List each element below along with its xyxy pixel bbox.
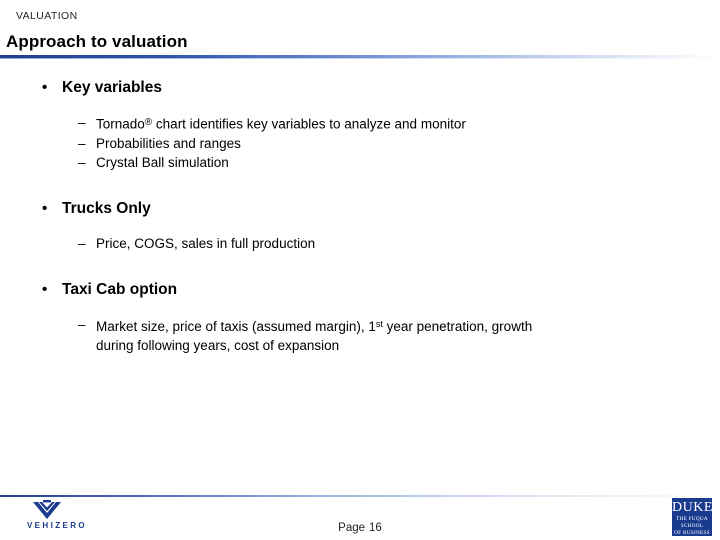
- vehizero-v-mark-icon: [32, 500, 62, 520]
- bullet-heading-text: Key variables: [62, 79, 162, 96]
- dash-glyph: –: [78, 316, 86, 332]
- bullet-glyph: •: [42, 79, 48, 96]
- slide-content: • Key variables – Tornado® chart identif…: [0, 78, 720, 355]
- sub-bullet-crystal-ball: – Crystal Ball simulation: [0, 153, 720, 172]
- ordinal-suffix: st: [375, 318, 383, 329]
- bullet-heading-taxi-cab-option: • Taxi Cab option: [0, 280, 720, 300]
- footer-divider: [0, 495, 720, 497]
- bullet-glyph: •: [42, 280, 48, 298]
- duke-fuqua-logo: DUKE THE FUQUA SCHOOL OF BUSINESS: [672, 498, 712, 536]
- fuqua-line-3: OF BUSINESS: [674, 530, 710, 537]
- bullet-heading-text: Trucks Only: [62, 199, 151, 217]
- dash-glyph: –: [78, 235, 86, 251]
- sub-bullet-text-part1: Market size, price of taxis (assumed mar…: [96, 318, 376, 334]
- sub-bullet-text: Probabilities and ranges: [96, 135, 241, 151]
- page-value: 16: [369, 522, 382, 534]
- bullet-heading-key-variables: • Key variables: [0, 78, 720, 98]
- sub-bullet-probabilities: – Probabilities and ranges: [0, 134, 720, 153]
- sub-bullet-text-continuation: during following years, cost of expansio…: [96, 337, 340, 353]
- vehizero-logo: VEHIZERO: [18, 500, 96, 534]
- duke-wordmark: DUKE: [672, 500, 713, 515]
- fuqua-line-1: THE FUQUA: [676, 516, 708, 522]
- sub-bullet-text-part2: chart identifies key variables to analyz…: [152, 116, 466, 132]
- page-label: Page: [338, 522, 366, 534]
- bullet-heading-trucks-only: • Trucks Only: [0, 199, 720, 219]
- dash-glyph: –: [78, 135, 86, 151]
- sub-bullet-text: Crystal Ball simulation: [96, 154, 229, 170]
- sub-bullet-tornado: – Tornado® chart identifies key variable…: [0, 113, 720, 134]
- bullet-glyph: •: [42, 199, 48, 217]
- sub-bullet-text-part2: year penetration, growth: [382, 318, 533, 334]
- header-divider-thin: [0, 58, 720, 59]
- fuqua-line-2: SCHOOL: [680, 523, 704, 530]
- sub-bullet-text-part1: Tornado: [96, 116, 145, 132]
- slide: VALUATION Approach to valuation • Key va…: [0, 0, 720, 540]
- dash-glyph: –: [78, 154, 86, 170]
- page-title: Approach to valuation: [6, 32, 188, 51]
- vehizero-wordmark: VEHIZERO: [26, 521, 88, 530]
- dash-glyph: –: [78, 115, 86, 130]
- bullet-heading-text: Taxi Cab option: [62, 280, 178, 298]
- sub-bullet-price-cogs: – Price, COGS, sales in full production: [0, 234, 720, 253]
- sub-bullet-market-size: – Market size, price of taxis (assumed m…: [0, 315, 720, 355]
- page-number: Page 16: [0, 522, 720, 534]
- eyebrow-label: VALUATION: [16, 10, 78, 22]
- sub-bullet-text: Price, COGS, sales in full production: [96, 235, 316, 251]
